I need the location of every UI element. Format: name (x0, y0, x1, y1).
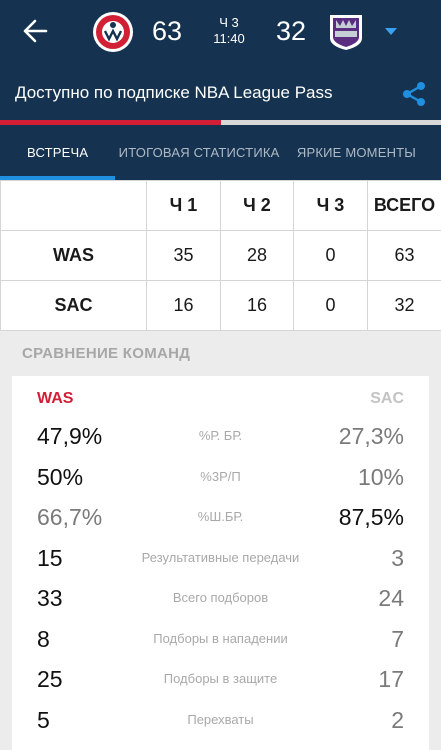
comparison-header: WAS SAC (12, 390, 429, 412)
comparison-title: СРАВНЕНИЕ КОМАНД (22, 345, 191, 362)
tab-game[interactable]: ВСТРЕЧА (0, 125, 116, 180)
right-value: 10% (357, 464, 404, 490)
stat-label: Всего подборов (172, 590, 269, 605)
home-score: 63 (152, 16, 183, 46)
tab-highlights[interactable]: ЯРКИЕ МОМЕНТЫ (283, 125, 441, 180)
q2-cell: 16 (220, 280, 294, 331)
stat-label: Подборы в нападении (153, 631, 288, 646)
right-team-label: SAC (370, 390, 404, 407)
stat-row: 47,9% %Р. БР. 27,3% (12, 418, 429, 458)
period-label: Ч 3 (219, 15, 239, 30)
game-clock: 11:40 (213, 31, 245, 46)
table-row: SAC 16 16 0 32 (0, 280, 441, 331)
left-value: 15 (37, 545, 63, 571)
chevron-down-icon[interactable] (384, 27, 398, 37)
away-score: 32 (276, 16, 307, 46)
stat-label: Перехваты (187, 712, 254, 727)
back-arrow-icon[interactable] (22, 18, 48, 44)
tab-box-score[interactable]: ИТОГОВАЯ СТАТИСТИКА (115, 125, 283, 180)
stat-label: Результативные передачи (141, 550, 300, 565)
kings-logo-icon[interactable] (326, 12, 366, 52)
total-cell: 63 (367, 230, 441, 281)
stat-row: 66,7% %Ш.БР. 87,5% (12, 499, 429, 539)
header-cell-q3: Ч 3 (293, 180, 368, 231)
right-value: 17 (378, 666, 404, 692)
right-value: 87,5% (338, 504, 404, 530)
stat-row: 8 Подборы в нападении 7 (12, 621, 429, 661)
stat-row: 25 Подборы в защите 17 (12, 661, 429, 701)
stat-label: %3Р/П (200, 469, 241, 484)
line-score-table: Ч 1 Ч 2 Ч 3 ВСЕГО WAS 35 28 0 63 SAC 16 … (0, 180, 441, 331)
left-value: 47,9% (37, 423, 103, 449)
header-cell-total: ВСЕГО (367, 180, 441, 231)
left-value: 66,7% (37, 504, 103, 530)
stat-label: %Р. БР. (198, 428, 243, 443)
table-row: WAS 35 28 0 63 (0, 230, 441, 281)
header-cell-team (0, 180, 147, 231)
team-cell: WAS (0, 230, 147, 281)
stat-row: 15 Результативные передачи 3 (12, 540, 429, 580)
wizards-logo-icon[interactable] (92, 11, 134, 53)
line-score-header-row: Ч 1 Ч 2 Ч 3 ВСЕГО (0, 180, 441, 231)
subscription-banner[interactable]: Доступно по подписке NBA League Pass (0, 66, 441, 120)
share-icon[interactable] (400, 80, 428, 108)
total-cell: 32 (367, 280, 441, 331)
right-value: 27,3% (338, 423, 404, 449)
comparison-card: WAS SAC 47,9% %Р. БР. 27,3% 50% %3Р/П 10… (12, 376, 429, 750)
left-value: 50% (37, 464, 84, 490)
q3-cell: 0 (293, 280, 368, 331)
team-cell: SAC (0, 280, 147, 331)
tab-bar: ВСТРЕЧА ИТОГОВАЯ СТАТИСТИКА ЯРКИЕ МОМЕНТ… (0, 125, 441, 180)
right-value: 24 (378, 585, 404, 611)
stat-row: 5 Перехваты 2 (12, 702, 429, 742)
q3-cell: 0 (293, 230, 368, 281)
right-value: 7 (391, 626, 404, 652)
stat-row: 50% %3Р/П 10% (12, 459, 429, 499)
right-value: 2 (391, 707, 404, 733)
game-period: Ч 3 11:40 (206, 15, 252, 47)
left-value: 33 (37, 585, 63, 611)
q1-cell: 16 (146, 280, 221, 331)
header-cell-q1: Ч 1 (146, 180, 221, 231)
stat-row: 33 Всего подборов 24 (12, 580, 429, 620)
q2-cell: 28 (220, 230, 294, 281)
subscription-text: Доступно по подписке NBA League Pass (15, 83, 333, 102)
header-cell-q2: Ч 2 (220, 180, 294, 231)
game-header: 63 Ч 3 11:40 32 (0, 0, 441, 66)
q1-cell: 35 (146, 230, 221, 281)
right-value: 3 (391, 545, 404, 571)
left-value: 8 (37, 626, 50, 652)
left-team-label: WAS (37, 390, 74, 407)
stat-label: %Ш.БР. (197, 509, 244, 524)
left-value: 25 (37, 666, 63, 692)
left-value: 5 (37, 707, 50, 733)
stat-label: Подборы в защите (163, 671, 278, 686)
